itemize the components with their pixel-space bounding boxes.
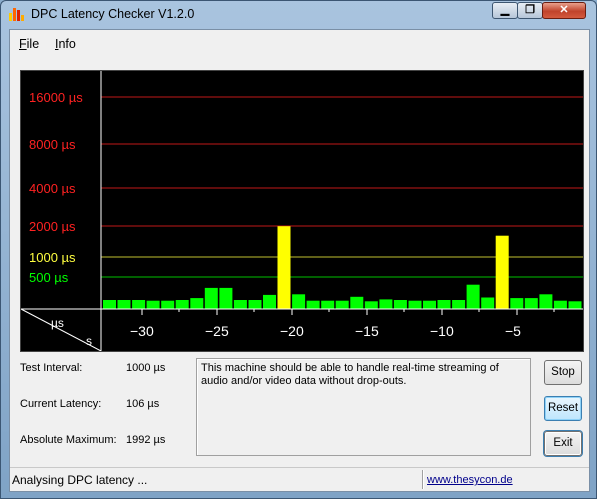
menu-bar: File Info bbox=[10, 30, 589, 58]
website-link[interactable]: www.thesycon.de bbox=[427, 474, 513, 486]
x-tick-label: −10 bbox=[430, 323, 454, 339]
x-tick-label: −25 bbox=[205, 323, 229, 339]
status-separator bbox=[422, 470, 423, 489]
latency-bar bbox=[103, 300, 116, 309]
app-icon bbox=[8, 6, 24, 22]
latency-bar bbox=[408, 300, 422, 309]
y-tick-label: 16000 µs bbox=[29, 90, 83, 105]
latency-bar bbox=[423, 300, 436, 309]
window-title: DPC Latency Checker V1.2.0 bbox=[31, 7, 195, 21]
latency-bar bbox=[204, 287, 218, 309]
latency-bar bbox=[277, 226, 291, 309]
latency-bar bbox=[146, 300, 160, 309]
menu-info[interactable]: Info bbox=[55, 37, 76, 51]
x-tick-label: −15 bbox=[355, 323, 379, 339]
test-interval-label: Test Interval: bbox=[20, 362, 83, 374]
absolute-maximum-label: Absolute Maximum: bbox=[20, 434, 117, 446]
x-tick-label: −5 bbox=[505, 323, 521, 339]
latency-bar bbox=[379, 299, 393, 309]
minimize-button[interactable]: ▁ bbox=[492, 2, 518, 19]
latency-bar bbox=[568, 301, 582, 309]
status-text: Analysing DPC latency ... bbox=[12, 473, 148, 487]
absolute-maximum-value: 1992 µs bbox=[126, 434, 166, 446]
latency-bar bbox=[321, 300, 335, 309]
y-tick-label: 2000 µs bbox=[29, 219, 76, 234]
latency-bar bbox=[452, 300, 466, 309]
stop-button[interactable]: Stop bbox=[544, 360, 582, 385]
latency-bar bbox=[117, 300, 131, 309]
latency-bar bbox=[306, 300, 320, 309]
current-latency-value: 106 µs bbox=[126, 398, 160, 410]
latency-bar bbox=[248, 300, 262, 309]
latency-bar bbox=[437, 300, 451, 309]
latency-bar bbox=[553, 300, 567, 309]
latency-bar bbox=[219, 287, 233, 309]
latency-bar bbox=[263, 294, 276, 309]
close-button[interactable]: ✕ bbox=[542, 2, 586, 19]
maximize-icon: ❐ bbox=[525, 4, 535, 16]
latency-bar bbox=[510, 298, 524, 309]
latency-bar bbox=[190, 298, 204, 309]
latency-bar bbox=[466, 284, 480, 309]
reset-button[interactable]: Reset bbox=[544, 396, 582, 421]
latency-bar bbox=[481, 297, 495, 309]
maximize-button[interactable]: ❐ bbox=[517, 2, 543, 19]
client-area: File Info 16000 µs 8000 µs 4000 µs 2000 µs 1… bbox=[9, 29, 590, 492]
current-latency-label: Current Latency: bbox=[20, 398, 102, 410]
y-tick-label: 1000 µs bbox=[29, 250, 76, 265]
minimize-icon: ▁ bbox=[500, 4, 510, 16]
status-message-box: This machine should be able to handle re… bbox=[196, 358, 531, 456]
y-tick-label: 8000 µs bbox=[29, 137, 76, 152]
corner-unit-us: µs bbox=[51, 316, 64, 330]
latency-bar bbox=[364, 301, 378, 309]
latency-chart-svg: 16000 µs 8000 µs 4000 µs 2000 µs 1000 µs 500 … bbox=[21, 71, 583, 351]
latency-bar bbox=[335, 300, 349, 309]
title-bar[interactable]: DPC Latency Checker V1.2.0 ▁ ❐ ✕ bbox=[1, 1, 596, 29]
latency-bar bbox=[175, 300, 189, 309]
latency-bar bbox=[161, 300, 175, 309]
corner-unit-s: s bbox=[86, 334, 92, 348]
x-tick-label: −20 bbox=[280, 323, 304, 339]
x-tick-label: −30 bbox=[130, 323, 154, 339]
close-icon: ✕ bbox=[559, 4, 569, 16]
exit-button[interactable]: Exit bbox=[544, 431, 582, 456]
latency-bar bbox=[350, 296, 364, 309]
status-bar: Analysing DPC latency ... www.thesycon.d… bbox=[10, 467, 589, 491]
latency-chart: 16000 µs 8000 µs 4000 µs 2000 µs 1000 µs 500 … bbox=[20, 70, 584, 352]
latency-bar bbox=[233, 300, 247, 309]
latency-bar bbox=[524, 298, 538, 309]
latency-bar bbox=[539, 294, 553, 309]
y-tick-label: 500 µs bbox=[29, 270, 69, 285]
menu-file[interactable]: File bbox=[19, 37, 39, 51]
y-tick-label: 4000 µs bbox=[29, 181, 76, 196]
test-interval-value: 1000 µs bbox=[126, 362, 166, 374]
latency-bar bbox=[132, 300, 146, 309]
latency-bar bbox=[393, 300, 407, 309]
latency-bar bbox=[292, 294, 306, 309]
app-window: DPC Latency Checker V1.2.0 ▁ ❐ ✕ File In… bbox=[0, 0, 597, 499]
latency-bar bbox=[495, 235, 509, 309]
